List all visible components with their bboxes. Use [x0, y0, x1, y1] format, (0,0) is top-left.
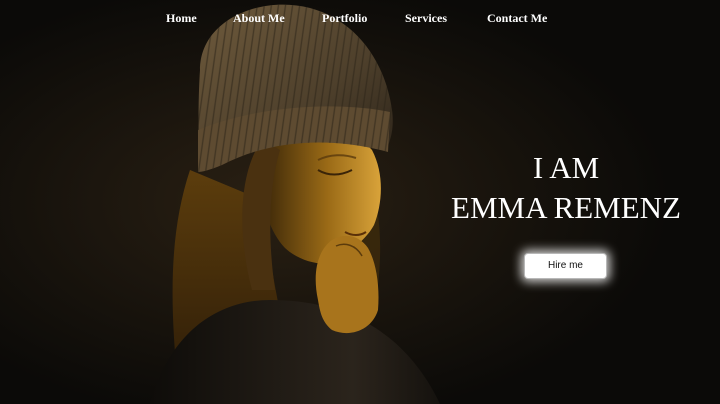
nav-link-services[interactable]: Services [405, 10, 447, 26]
hire-me-button[interactable]: Hire me [524, 253, 607, 279]
hero-section: Home About Me Portfolio Services Contact… [0, 0, 720, 404]
nav-link-portfolio[interactable]: Portfolio [322, 10, 367, 26]
hero-heading-line1: I AM [532, 150, 600, 185]
nav-link-home[interactable]: Home [166, 10, 197, 26]
nav-link-about-me[interactable]: About Me [233, 10, 285, 26]
nav-link-contact-me[interactable]: Contact Me [487, 10, 547, 26]
hero-heading-line2: EMMA REMENZ [451, 190, 681, 225]
main-nav: Home About Me Portfolio Services Contact… [0, 10, 720, 26]
